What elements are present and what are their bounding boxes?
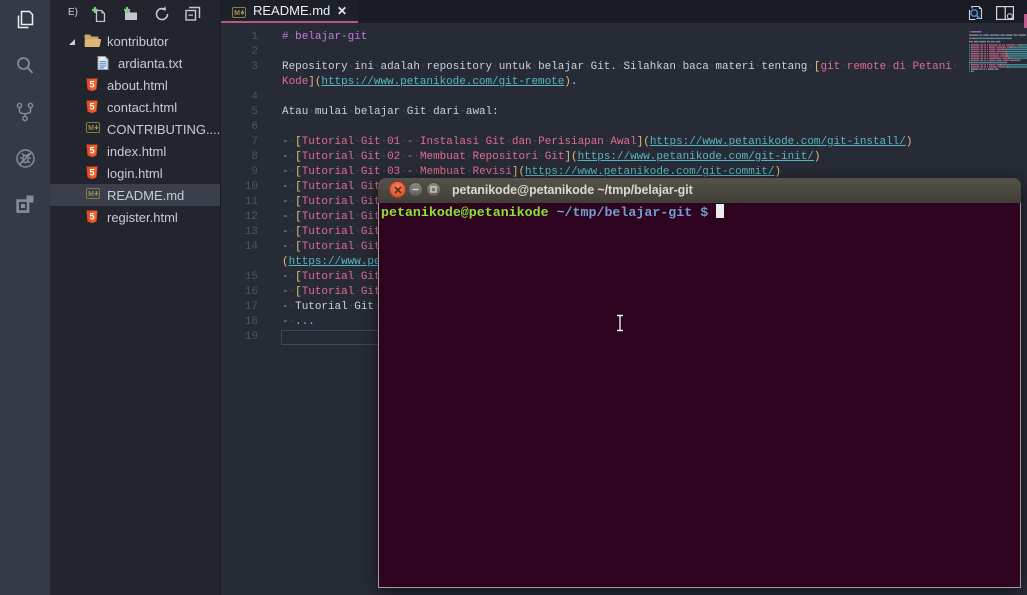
svg-text:5: 5 [89, 146, 94, 156]
svg-text:5: 5 [89, 168, 94, 178]
svg-text:5: 5 [89, 102, 94, 112]
svg-text:M: M [88, 191, 94, 198]
svg-text:5: 5 [89, 80, 94, 90]
svg-text:M: M [234, 10, 240, 17]
svg-text:M: M [88, 125, 94, 132]
svg-text:5: 5 [89, 212, 94, 222]
